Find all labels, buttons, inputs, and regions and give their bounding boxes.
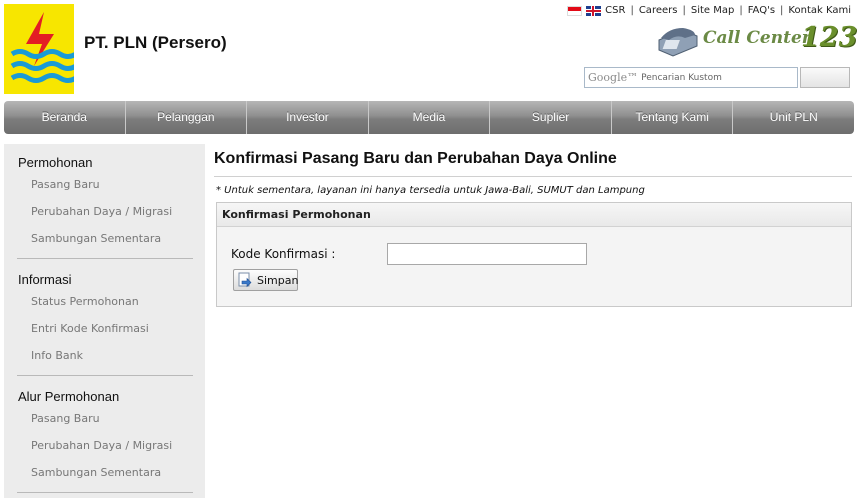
kode-konfirmasi-label: Kode Konfirmasi : <box>231 247 336 261</box>
search-placeholder: Pencarian Kustom <box>641 72 722 83</box>
toplink-sitemap[interactable]: Site Map <box>691 5 734 16</box>
sidebar-heading-permohonan: Permohonan <box>18 155 93 170</box>
call-center-banner: Call Center 123 <box>655 22 857 58</box>
sidebar-item-entri-kode[interactable]: Entri Kode Konfirmasi <box>31 322 149 335</box>
telephone-icon <box>658 28 698 57</box>
save-arrow-icon <box>237 272 253 288</box>
call-center-number: 123 <box>801 22 857 53</box>
divider: | <box>630 5 634 16</box>
google-logo: Google™ <box>588 71 639 84</box>
availability-notice: * Untuk sementara, layanan ini hanya ter… <box>216 185 645 196</box>
nav-suplier[interactable]: Suplier <box>489 101 611 134</box>
sidebar-heading-alur: Alur Permohonan <box>18 389 120 404</box>
sidebar: Permohonan Pasang Baru Perubahan Daya / … <box>4 144 205 498</box>
save-button[interactable]: Simpan <box>233 269 298 291</box>
sidebar-item-info-bank[interactable]: Info Bank <box>31 349 83 362</box>
sidebar-item-sambungan-sementara[interactable]: Sambungan Sementara <box>31 232 161 245</box>
indonesia-flag-icon[interactable] <box>567 5 583 16</box>
nav-investor[interactable]: Investor <box>246 101 368 134</box>
toplink-faq[interactable]: FAQ's <box>748 5 775 16</box>
lightning-icon <box>10 12 74 83</box>
uk-flag-icon[interactable] <box>586 5 602 16</box>
nav-media[interactable]: Media <box>367 101 490 134</box>
toplink-contact[interactable]: Kontak Kami <box>788 5 851 16</box>
sidebar-item-alur-pasang-baru[interactable]: Pasang Baru <box>31 412 100 425</box>
main-nav: Beranda Pelanggan Investor Media Suplier… <box>4 101 854 134</box>
sidebar-item-pasang-baru[interactable]: Pasang Baru <box>31 178 100 191</box>
sidebar-item-alur-sambungan[interactable]: Sambungan Sementara <box>31 466 161 479</box>
panel-heading: Konfirmasi Permohonan <box>217 203 851 227</box>
toplink-careers[interactable]: Careers <box>639 5 678 16</box>
kode-konfirmasi-input[interactable] <box>387 243 587 265</box>
divider <box>17 492 193 493</box>
company-name: PT. PLN (Persero) <box>84 33 227 52</box>
sidebar-item-status-permohonan[interactable]: Status Permohonan <box>31 295 139 308</box>
search-input[interactable]: Google™ Pencarian Kustom <box>584 67 798 88</box>
sidebar-item-alur-perubahan-daya[interactable]: Perubahan Daya / Migrasi <box>31 439 172 452</box>
divider <box>214 176 852 177</box>
nav-unit-pln[interactable]: Unit PLN <box>732 101 854 134</box>
divider <box>17 375 193 376</box>
top-links: CSR | Careers | Site Map | FAQ's | Konta… <box>567 5 851 16</box>
divider: | <box>780 5 784 16</box>
toplink-csr[interactable]: CSR <box>605 5 625 16</box>
divider: | <box>739 5 743 16</box>
sidebar-item-perubahan-daya[interactable]: Perubahan Daya / Migrasi <box>31 205 172 218</box>
save-label: Simpan <box>257 273 299 287</box>
sidebar-heading-informasi: Informasi <box>18 272 72 287</box>
pln-logo[interactable] <box>4 4 74 94</box>
confirmation-panel: Konfirmasi Permohonan Kode Konfirmasi : … <box>216 202 852 307</box>
nav-pelanggan[interactable]: Pelanggan <box>124 101 247 134</box>
divider <box>17 258 193 259</box>
search-button[interactable] <box>800 67 850 88</box>
nav-tentang-kami[interactable]: Tentang Kami <box>610 101 733 134</box>
divider: | <box>682 5 686 16</box>
call-center-label: Call Center <box>703 28 811 48</box>
nav-beranda[interactable]: Beranda <box>4 101 125 134</box>
page-title: Konfirmasi Pasang Baru dan Perubahan Day… <box>214 150 617 167</box>
